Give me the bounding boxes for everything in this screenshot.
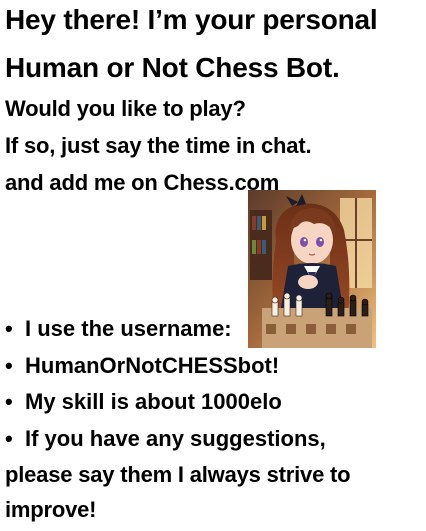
eye-left [300,237,308,247]
bullet-text: I use the username: [25,316,232,341]
closing-line-1: please say them I always strive to [5,462,351,487]
hand [298,275,318,289]
heading-line-1: Hey there! I’m your personal [5,4,378,35]
bullet-text: My skill is about 1000elo [25,389,282,414]
bullet-glyph: • [5,316,13,341]
bullet-text: If you have any suggestions, [25,426,326,451]
bullet-glyph: • [5,426,13,451]
intro-line-2: If so, just say the time in chat. [5,133,312,158]
bullet-item-3: • My skill is about 1000elo [5,389,282,415]
intro-line-1: Would you like to play? [5,96,246,121]
bullet-glyph: • [5,389,13,414]
intro-line-3: and add me on Chess.com [5,170,280,195]
bullet-text: HumanOrNotCHESSbot! [25,353,280,378]
bullet-glyph: • [5,353,13,378]
eye-right [316,237,324,247]
closing-line-2: improve! [5,497,97,522]
anime-chess-girl-illustration [248,190,376,348]
heading-line-2: Human or Not Chess Bot. [5,52,340,83]
bullet-item-4: • If you have any suggestions, [5,426,326,452]
bullet-item-1: • I use the username: [5,316,232,342]
illustration-svg [248,190,376,348]
bullet-item-2: • HumanOrNotCHESSbot! [5,353,279,379]
